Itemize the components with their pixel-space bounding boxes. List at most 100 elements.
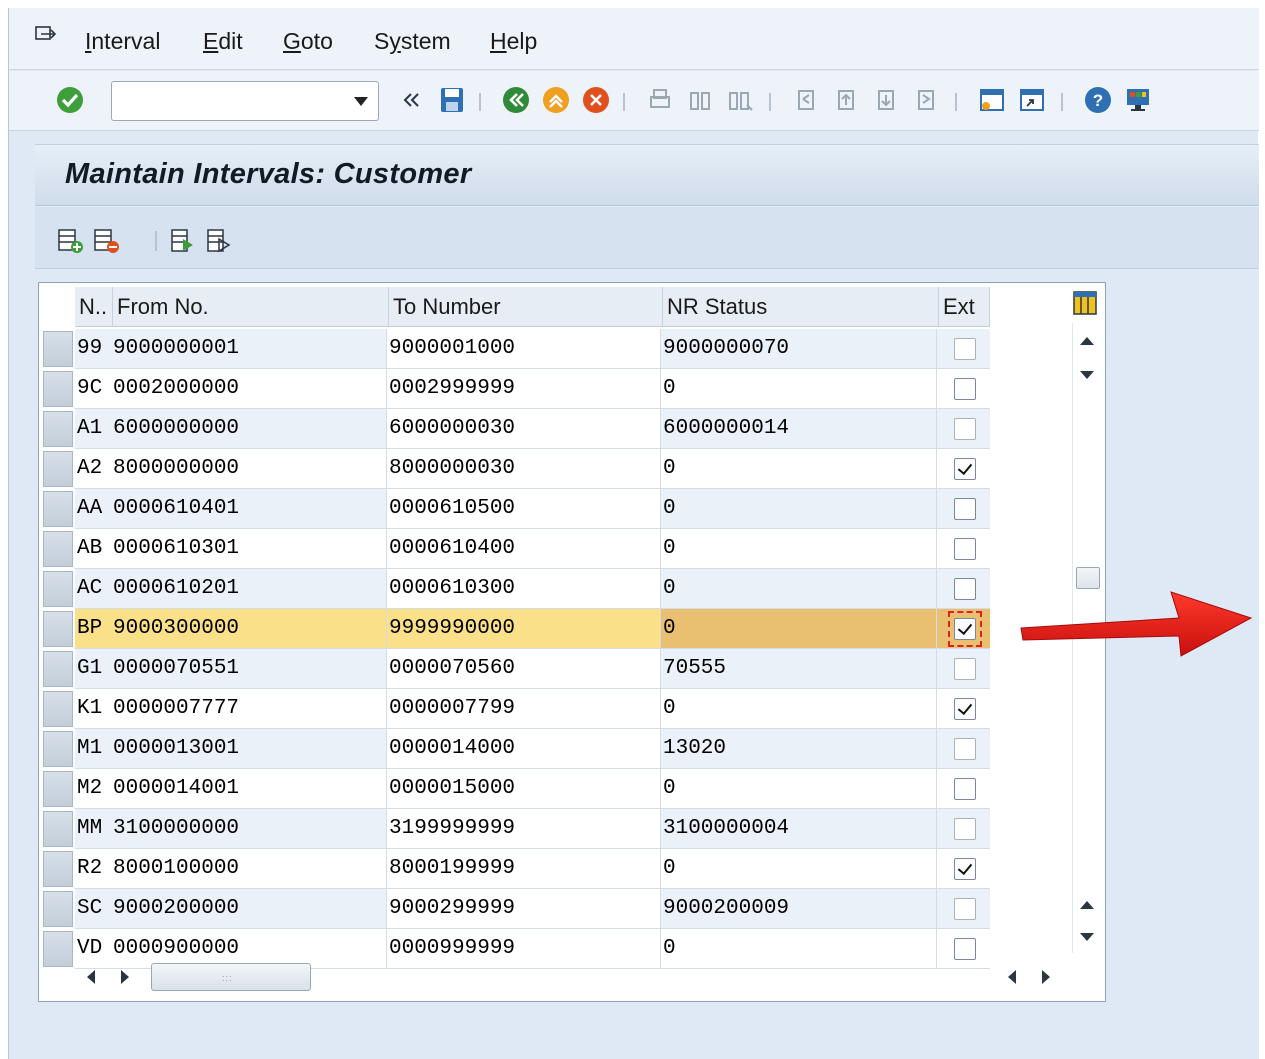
ext-checkbox[interactable] — [954, 898, 976, 920]
ext-checkbox[interactable] — [954, 538, 976, 560]
ext-checkbox[interactable] — [954, 818, 976, 840]
table-row[interactable]: A1 6000000000 6000000030 6000000014 — [43, 409, 990, 449]
scroll-right-icon[interactable] — [1042, 970, 1050, 984]
command-field[interactable] — [111, 81, 379, 121]
column-header-number[interactable]: N.. — [75, 287, 113, 327]
cell-nr-status[interactable]: 0 — [661, 849, 937, 889]
scroll-left-icon[interactable] — [1008, 970, 1016, 984]
menu-goto[interactable]: Goto — [283, 28, 333, 55]
table-row[interactable]: M2 0000014001 0000015000 0 — [43, 769, 990, 809]
table-row[interactable]: MM 3100000000 3199999999 3100000004 — [43, 809, 990, 849]
cell-from-number[interactable]: 9000000001 — [111, 329, 387, 369]
cell-to-number[interactable]: 0000014000 — [387, 729, 661, 769]
cell-nr-status[interactable]: 0 — [661, 489, 937, 529]
menu-system[interactable]: System — [374, 28, 451, 55]
table-row[interactable]: AB 0000610301 0000610400 0 — [43, 529, 990, 569]
deselect-all-icon[interactable] — [205, 227, 233, 255]
shortcut-icon[interactable] — [1017, 85, 1047, 115]
row-selector[interactable] — [43, 771, 73, 807]
table-row[interactable]: G1 0000070551 0000070560 70555 — [43, 649, 990, 689]
row-selector[interactable] — [43, 331, 73, 367]
scroll-thumb[interactable] — [1076, 567, 1100, 589]
insert-row-icon[interactable] — [57, 227, 85, 255]
cell-to-number[interactable]: 9000299999 — [387, 889, 661, 929]
cell-from-number[interactable]: 0000610201 — [111, 569, 387, 609]
back-nav-icon[interactable] — [501, 85, 531, 115]
menu-edit[interactable]: Edit — [203, 28, 243, 55]
ext-checkbox[interactable] — [954, 658, 976, 680]
cell-to-number[interactable]: 8000199999 — [387, 849, 661, 889]
row-selector[interactable] — [43, 411, 73, 447]
cancel-icon[interactable] — [581, 85, 611, 115]
table-row[interactable]: AC 0000610201 0000610300 0 — [43, 569, 990, 609]
cell-from-number[interactable]: 0000014001 — [111, 769, 387, 809]
scroll-left-icon[interactable] — [87, 970, 95, 984]
table-settings-icon[interactable] — [1071, 289, 1099, 317]
table-row[interactable]: 99 9000000001 9000001000 9000000070 — [43, 329, 990, 369]
cell-to-number[interactable]: 0002999999 — [387, 369, 661, 409]
help-icon[interactable]: ? — [1083, 85, 1113, 115]
table-row[interactable]: AA 0000610401 0000610500 0 — [43, 489, 990, 529]
cell-from-number[interactable]: 0000610301 — [111, 529, 387, 569]
row-selector[interactable] — [43, 371, 73, 407]
cell-nr-status[interactable]: 70555 — [661, 649, 937, 689]
row-selector[interactable] — [43, 451, 73, 487]
table-row[interactable]: K1 0000007777 0000007799 0 — [43, 689, 990, 729]
cell-from-number[interactable]: 0000070551 — [111, 649, 387, 689]
row-selector[interactable] — [43, 531, 73, 567]
cell-to-number[interactable]: 0000015000 — [387, 769, 661, 809]
row-selector[interactable] — [43, 651, 73, 687]
cell-nr-status[interactable]: 0 — [661, 609, 937, 649]
cell-from-number[interactable]: 0000610401 — [111, 489, 387, 529]
ext-checkbox[interactable] — [954, 698, 976, 720]
cell-nr-status[interactable]: 6000000014 — [661, 409, 937, 449]
delete-row-icon[interactable] — [93, 227, 121, 255]
create-session-icon[interactable] — [977, 85, 1007, 115]
scroll-right-icon[interactable] — [121, 970, 129, 984]
table-row[interactable]: M1 0000013001 0000014000 13020 — [43, 729, 990, 769]
scroll-page-up-icon[interactable] — [1080, 901, 1094, 909]
ext-checkbox[interactable] — [954, 578, 976, 600]
cell-nr-status[interactable]: 9000000070 — [661, 329, 937, 369]
cell-nr-status[interactable]: 0 — [661, 569, 937, 609]
scroll-up-icon[interactable] — [1080, 337, 1094, 345]
ext-checkbox[interactable] — [954, 938, 976, 960]
cell-from-number[interactable]: 9000300000 — [111, 609, 387, 649]
cell-from-number[interactable]: 0002000000 — [111, 369, 387, 409]
cell-nr-status[interactable]: 0 — [661, 449, 937, 489]
horizontal-scrollbar[interactable]: ::: — [79, 959, 1079, 993]
row-selector[interactable] — [43, 611, 73, 647]
cell-nr-status[interactable]: 0 — [661, 689, 937, 729]
cell-nr-status[interactable]: 13020 — [661, 729, 937, 769]
row-selector[interactable] — [43, 691, 73, 727]
ext-checkbox[interactable] — [954, 858, 976, 880]
cell-from-number[interactable]: 0000013001 — [111, 729, 387, 769]
cell-to-number[interactable]: 0000007799 — [387, 689, 661, 729]
cell-to-number[interactable]: 3199999999 — [387, 809, 661, 849]
ext-checkbox[interactable] — [954, 738, 976, 760]
cell-to-number[interactable]: 0000610400 — [387, 529, 661, 569]
cell-to-number[interactable]: 9000001000 — [387, 329, 661, 369]
layout-icon[interactable] — [1123, 85, 1153, 115]
cell-to-number[interactable]: 0000610300 — [387, 569, 661, 609]
cell-to-number[interactable]: 0000610500 — [387, 489, 661, 529]
menu-help[interactable]: Help — [490, 28, 537, 55]
ext-checkbox[interactable] — [954, 778, 976, 800]
cell-to-number[interactable]: 9999990000 — [387, 609, 661, 649]
exit-icon[interactable] — [541, 85, 571, 115]
cell-nr-status[interactable]: 0 — [661, 529, 937, 569]
cell-nr-status[interactable]: 3100000004 — [661, 809, 937, 849]
cell-nr-status[interactable]: 0 — [661, 769, 937, 809]
select-all-icon[interactable] — [169, 227, 197, 255]
cell-nr-status[interactable]: 9000200009 — [661, 889, 937, 929]
row-selector[interactable] — [43, 811, 73, 847]
column-header-status[interactable]: NR Status — [663, 287, 939, 327]
save-icon[interactable] — [437, 85, 467, 115]
cell-to-number[interactable]: 6000000030 — [387, 409, 661, 449]
ext-checkbox[interactable] — [954, 458, 976, 480]
menu-interval[interactable]: Interval — [85, 28, 160, 55]
cell-to-number[interactable]: 8000000030 — [387, 449, 661, 489]
table-row[interactable]: R2 8000100000 8000199999 0 — [43, 849, 990, 889]
row-selector[interactable] — [43, 851, 73, 887]
cell-from-number[interactable]: 6000000000 — [111, 409, 387, 449]
